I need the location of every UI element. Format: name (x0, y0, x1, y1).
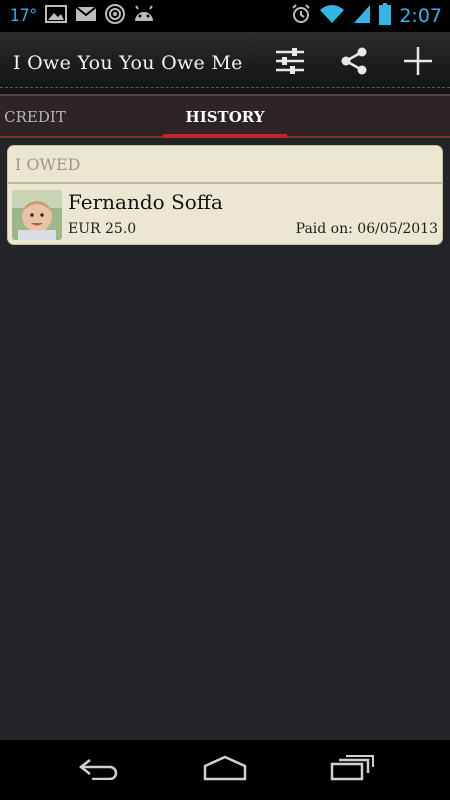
radio-icon (105, 4, 126, 28)
notification-icons: 17° (0, 4, 155, 28)
action-bar: I Owe You You Owe Me (0, 32, 450, 94)
paid-date-text: Paid on: 06/05/2013 (295, 221, 438, 237)
clock-text: 2:07 (399, 5, 442, 27)
back-icon (78, 756, 122, 784)
signal-icon (353, 4, 371, 28)
app-title: I Owe You You Owe Me (13, 52, 243, 74)
settings-sliders-icon (274, 45, 306, 81)
settings-button[interactable] (258, 32, 322, 94)
add-icon (402, 45, 434, 81)
wifi-icon (319, 4, 345, 28)
home-icon (201, 755, 249, 785)
share-icon (339, 46, 369, 80)
action-bar-actions (258, 32, 450, 94)
system-icons: 2:07 (291, 0, 442, 32)
avatar (12, 190, 62, 240)
recents-icon (329, 755, 375, 785)
image-icon (45, 5, 68, 27)
alarm-icon (291, 4, 311, 28)
amount-text: EUR 25.0 (68, 221, 137, 237)
list-item[interactable]: Fernando Soffa EUR 25.0 Paid on: 06/05/2… (8, 184, 442, 244)
android-icon (133, 5, 155, 27)
history-card: I OWED Fernando Soffa EUR 25.0 Paid on: … (7, 145, 443, 245)
status-bar: 17° 2:07 (0, 0, 450, 32)
add-button[interactable] (386, 32, 450, 94)
tab-credit[interactable]: CREDIT (0, 96, 70, 138)
home-button[interactable] (175, 740, 275, 800)
section-header: I OWED (8, 146, 442, 184)
tab-history[interactable]: HISTORY (163, 96, 287, 138)
battery-icon (379, 3, 392, 29)
person-name: Fernando Soffa (68, 190, 223, 214)
recents-button[interactable] (302, 740, 402, 800)
share-button[interactable] (322, 32, 386, 94)
back-button[interactable] (50, 740, 150, 800)
gmail-icon (75, 6, 97, 26)
temperature-text: 17° (10, 6, 38, 26)
navigation-bar (0, 740, 450, 800)
tab-bar: CREDIT HISTORY (0, 94, 450, 138)
